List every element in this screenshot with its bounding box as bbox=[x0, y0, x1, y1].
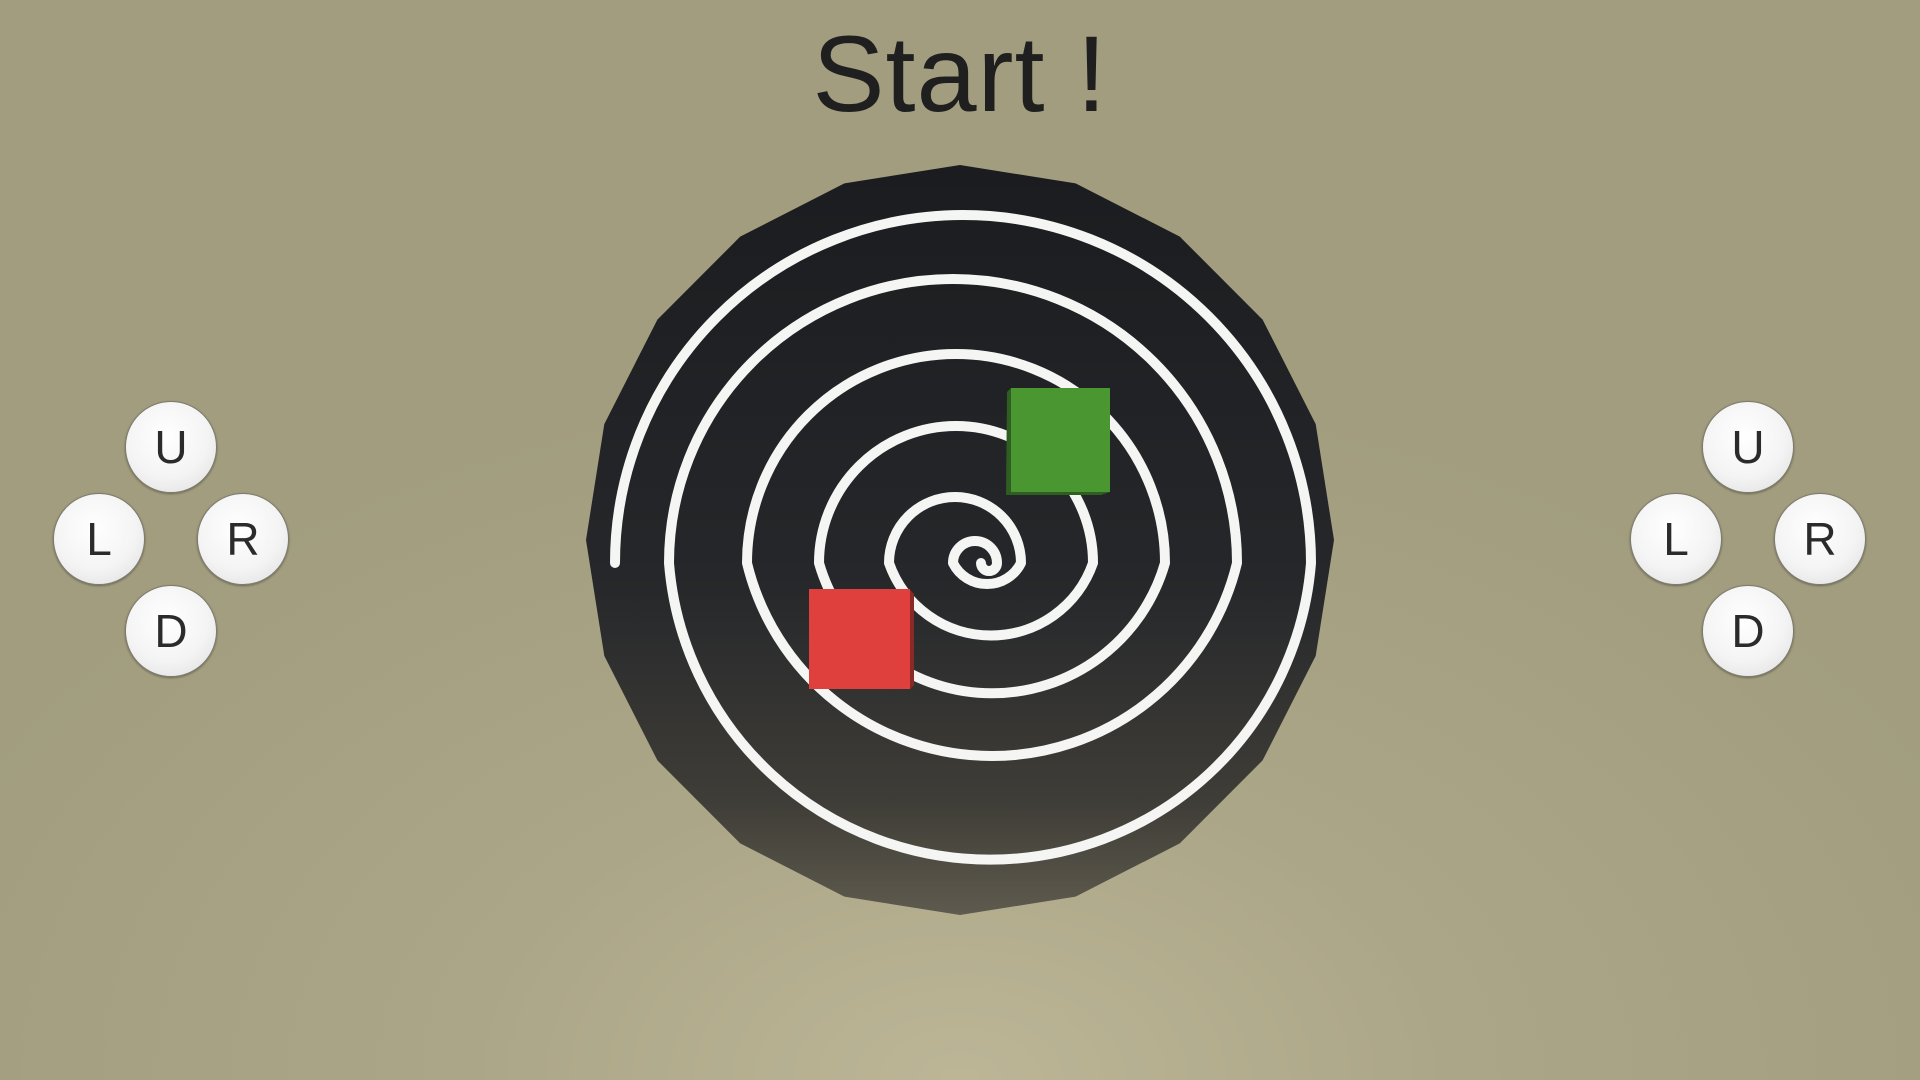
left-up-button[interactable]: U bbox=[125, 401, 217, 493]
left-left-button[interactable]: L bbox=[53, 493, 145, 585]
right-down-button[interactable]: D bbox=[1702, 585, 1794, 677]
green-player-cube bbox=[1006, 388, 1110, 495]
red-player-cube bbox=[809, 589, 914, 689]
left-player-dpad: U L R D bbox=[52, 401, 290, 679]
right-up-button[interactable]: U bbox=[1702, 401, 1794, 493]
right-left-button[interactable]: L bbox=[1630, 493, 1722, 585]
right-right-button[interactable]: R bbox=[1774, 493, 1866, 585]
left-down-button[interactable]: D bbox=[125, 585, 217, 677]
left-right-button[interactable]: R bbox=[197, 493, 289, 585]
right-player-dpad: U L R D bbox=[1629, 401, 1867, 679]
